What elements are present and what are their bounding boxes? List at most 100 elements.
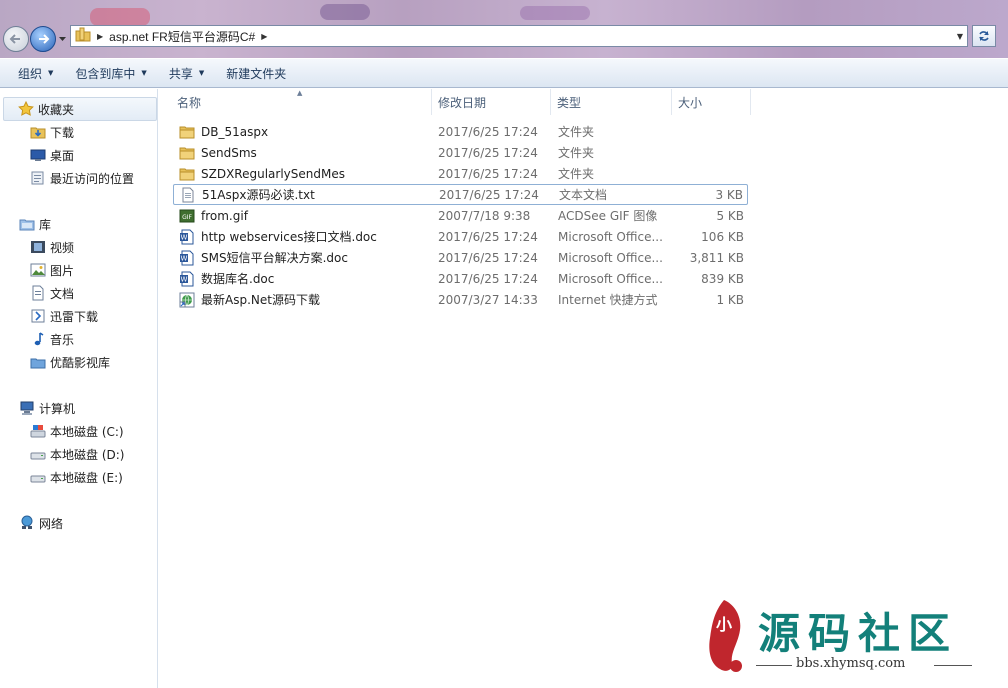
videos-icon xyxy=(30,239,46,255)
word-doc-icon: W xyxy=(179,229,195,245)
file-date: 2007/3/27 14:33 xyxy=(438,292,538,307)
address-dropdown-icon[interactable]: ▼ xyxy=(957,32,963,41)
back-button[interactable] xyxy=(3,26,29,52)
file-date: 2017/6/25 17:24 xyxy=(438,166,538,181)
breadcrumb-separator-icon[interactable]: ▶ xyxy=(261,32,267,41)
sort-ascending-icon: ▲ xyxy=(297,89,303,97)
watermark-title: 源码社区 xyxy=(758,609,959,658)
file-name: 51Aspx源码必读.txt xyxy=(202,188,315,202)
sidebar-item-documents[interactable]: 文档 xyxy=(30,282,74,304)
sidebar-label: 下载 xyxy=(50,125,75,140)
sidebar-item-desktop[interactable]: 桌面 xyxy=(30,144,74,166)
address-bar[interactable]: ▶ asp.net FR短信平台源码C# ▶ ▼ xyxy=(70,25,968,47)
youku-library-icon xyxy=(30,354,46,370)
file-name-cell: DB_51aspx xyxy=(179,124,439,140)
network-icon xyxy=(19,515,35,531)
system-drive-icon xyxy=(30,423,46,439)
file-row[interactable]: W 数据库名.doc 2017/6/25 17:24 Microsoft Off… xyxy=(173,268,748,289)
file-row[interactable]: 51Aspx源码必读.txt 2017/6/25 17:24 文本文档 3 KB xyxy=(173,184,748,205)
sidebar-label: 本地磁盘 (C:) xyxy=(50,424,124,439)
desktop-icon xyxy=(30,147,46,163)
watermark-url: bbs.xhymsq.com xyxy=(796,656,906,671)
share-label: 共享 xyxy=(168,66,193,81)
column-header-name[interactable]: 名称 xyxy=(159,89,432,115)
new-folder-button[interactable]: 新建文件夹 xyxy=(218,61,294,85)
file-size: 5 KB xyxy=(716,208,744,223)
seal-logo-icon: 小 xyxy=(709,600,742,672)
share-button[interactable]: 共享 ▼ xyxy=(161,61,212,85)
star-icon xyxy=(18,101,34,117)
column-header-type[interactable]: 类型 xyxy=(551,89,672,115)
refresh-button[interactable] xyxy=(972,25,996,47)
file-name-cell: SendSms xyxy=(179,145,439,161)
sidebar-label: 计算机 xyxy=(39,401,76,416)
file-type: 文件夹 xyxy=(558,125,595,139)
watermark-divider xyxy=(934,665,972,666)
sidebar-item-thunder-downloads[interactable]: 迅雷下载 xyxy=(30,305,98,327)
column-label: 类型 xyxy=(557,95,582,110)
file-name-cell: W 数据库名.doc xyxy=(179,270,439,287)
file-type: Internet 快捷方式 xyxy=(558,293,658,307)
sidebar-label: 本地磁盘 (D:) xyxy=(50,447,125,462)
file-name: SMS短信平台解决方案.doc xyxy=(201,251,348,265)
file-type: ACDSee GIF 图像 xyxy=(558,209,658,223)
file-name-cell: 51Aspx源码必读.txt xyxy=(180,186,440,203)
file-type: 文件夹 xyxy=(558,167,595,181)
file-name: 最新Asp.Net源码下载 xyxy=(201,293,320,307)
sidebar-label: 音乐 xyxy=(50,332,75,347)
file-row[interactable]: GIF from.gif 2007/7/18 9:38 ACDSee GIF 图… xyxy=(173,205,748,226)
background-decoration xyxy=(520,6,590,20)
sidebar-item-favorites[interactable]: 收藏夹 xyxy=(3,97,157,121)
svg-text:W: W xyxy=(181,254,188,262)
include-in-library-button[interactable]: 包含到库中 ▼ xyxy=(67,61,154,85)
sidebar-item-drive-d[interactable]: 本地磁盘 (D:) xyxy=(30,443,124,465)
column-header-date[interactable]: 修改日期 xyxy=(432,89,551,115)
folder-icon xyxy=(179,166,195,182)
file-row[interactable]: W SMS短信平台解决方案.doc 2017/6/25 17:24 Micros… xyxy=(173,247,748,268)
folder-icon xyxy=(179,124,195,140)
file-date: 2017/6/25 17:24 xyxy=(438,271,538,286)
file-type: Microsoft Office... xyxy=(558,271,663,286)
file-type: 文件夹 xyxy=(558,146,595,160)
breadcrumb-current-folder[interactable]: asp.net FR短信平台源码C# xyxy=(109,28,255,45)
organize-button[interactable]: 组织 ▼ xyxy=(10,61,61,85)
file-type: Microsoft Office... xyxy=(558,229,663,244)
file-date: 2017/6/25 17:24 xyxy=(439,187,539,202)
file-name: SendSms xyxy=(201,145,257,160)
file-row[interactable]: W http webservices接口文档.doc 2017/6/25 17:… xyxy=(173,226,748,247)
window-titlebar: ▶ asp.net FR短信平台源码C# ▶ ▼ xyxy=(0,0,1008,58)
sidebar-label: 图片 xyxy=(50,263,75,278)
sidebar-label: 视频 xyxy=(50,240,75,255)
forward-button[interactable] xyxy=(30,26,56,52)
hard-drive-icon xyxy=(30,469,46,485)
file-row[interactable]: 最新Asp.Net源码下载 2007/3/27 14:33 Internet 快… xyxy=(173,289,748,310)
sidebar-item-network[interactable]: 网络 xyxy=(19,512,63,534)
file-row[interactable]: DB_51aspx 2017/6/25 17:24 文件夹 xyxy=(173,121,748,142)
sidebar-item-youku-library[interactable]: 优酷影视库 xyxy=(30,351,110,373)
back-arrow-icon xyxy=(9,34,20,44)
internet-shortcut-icon xyxy=(179,292,195,308)
sidebar-item-music[interactable]: 音乐 xyxy=(30,328,74,350)
sidebar-label: 收藏夹 xyxy=(38,102,75,117)
column-label: 名称 xyxy=(177,95,202,110)
sidebar-item-drive-c[interactable]: 本地磁盘 (C:) xyxy=(30,420,124,442)
breadcrumb-separator-icon[interactable]: ▶ xyxy=(97,32,103,41)
file-row[interactable]: SZDXRegularlySendMes 2017/6/25 17:24 文件夹 xyxy=(173,163,748,184)
navigation-pane: 收藏夹 下载 桌面 最近访问的位置 库 视频 图片 文档 迅雷下载 音乐 优酷影… xyxy=(0,89,158,688)
gif-image-icon: GIF xyxy=(179,208,195,224)
sidebar-label: 迅雷下载 xyxy=(50,309,99,324)
file-size: 106 KB xyxy=(701,229,744,244)
sidebar-item-libraries[interactable]: 库 xyxy=(19,213,51,235)
sidebar-label: 最近访问的位置 xyxy=(50,171,135,186)
sidebar-item-pictures[interactable]: 图片 xyxy=(30,259,74,281)
sidebar-item-recent-places[interactable]: 最近访问的位置 xyxy=(30,167,134,189)
file-name-cell: 最新Asp.Net源码下载 xyxy=(179,291,439,308)
file-row[interactable]: SendSms 2017/6/25 17:24 文件夹 xyxy=(173,142,748,163)
sidebar-item-downloads[interactable]: 下载 xyxy=(30,121,74,143)
sidebar-item-computer[interactable]: 计算机 xyxy=(19,397,75,419)
column-header-size[interactable]: 大小 xyxy=(672,89,751,115)
sidebar-item-videos[interactable]: 视频 xyxy=(30,236,74,258)
sidebar-item-drive-e[interactable]: 本地磁盘 (E:) xyxy=(30,466,123,488)
file-date: 2017/6/25 17:24 xyxy=(438,145,538,160)
recent-pages-dropdown-icon[interactable] xyxy=(58,34,67,43)
